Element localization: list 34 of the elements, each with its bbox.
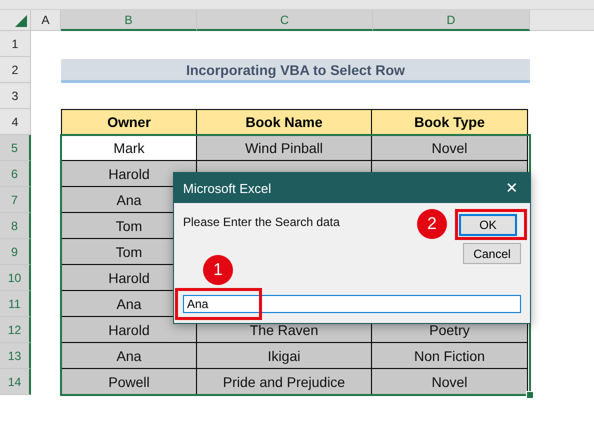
row-header[interactable]: 14 <box>0 369 31 395</box>
input-field[interactable]: Ana <box>183 295 521 313</box>
row-header[interactable]: 6 <box>0 161 31 187</box>
row-header[interactable]: 4 <box>0 109 31 135</box>
title-banner: Incorporating VBA to Select Row <box>61 59 530 83</box>
row-header[interactable]: 8 <box>0 213 31 239</box>
row-header[interactable]: 3 <box>0 83 31 109</box>
ok-button[interactable]: OK <box>459 214 517 236</box>
table-cell: Pride and Prejudice <box>196 369 372 395</box>
table-cell: Powell <box>61 369 197 395</box>
table-cell: Ana <box>61 343 197 369</box>
table-cell: Novel <box>371 369 528 395</box>
table-cell: Wind Pinball <box>196 135 372 161</box>
column-heading-cell: Owner <box>61 109 197 135</box>
row-header[interactable]: 2 <box>0 57 31 83</box>
row-header[interactable]: 12 <box>0 317 31 343</box>
row-header[interactable]: 10 <box>0 265 31 291</box>
table-cell: Ikigai <box>196 343 372 369</box>
close-button[interactable]: ✕ <box>494 173 530 203</box>
column-header[interactable]: B <box>61 10 197 31</box>
table-cell: Novel <box>371 135 528 161</box>
row-header[interactable]: 1 <box>0 31 31 57</box>
table-cell: Harold <box>61 317 197 343</box>
column-header[interactable]: D <box>373 10 530 31</box>
cancel-button[interactable]: Cancel <box>463 243 521 264</box>
row-header[interactable]: 9 <box>0 239 31 265</box>
row-header[interactable]: 5 <box>0 135 31 161</box>
row-header[interactable]: 11 <box>0 291 31 317</box>
row-header[interactable]: 13 <box>0 343 31 369</box>
column-header[interactable]: C <box>197 10 373 31</box>
row-header[interactable]: 7 <box>0 187 31 213</box>
column-heading-cell: Book Type <box>371 109 528 135</box>
table-cell: Non Fiction <box>371 343 528 369</box>
column-heading-cell: Book Name <box>196 109 372 135</box>
